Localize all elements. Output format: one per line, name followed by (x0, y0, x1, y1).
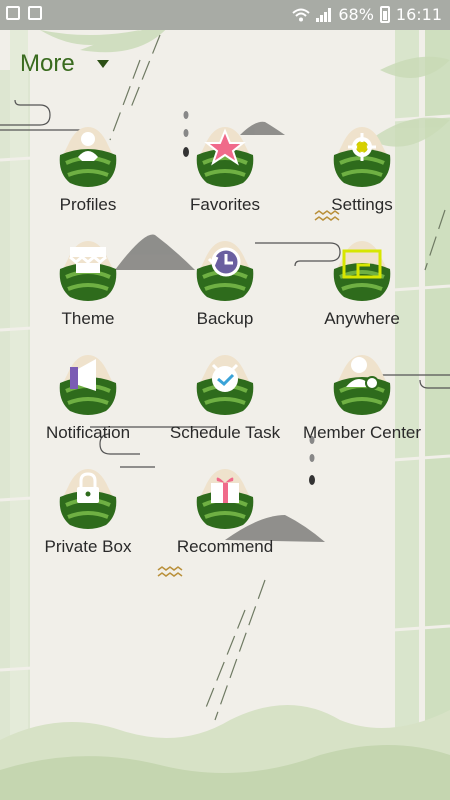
shop-icon (56, 237, 120, 303)
gallery-notification-icon (6, 6, 20, 20)
battery-icon (379, 6, 390, 23)
profiles-item[interactable]: Profiles (18, 123, 158, 233)
wifi-icon (292, 8, 310, 21)
star-icon (193, 123, 257, 189)
member-center-item[interactable]: Member Center (292, 351, 432, 461)
anywhere-label: Anywhere (324, 309, 400, 328)
member-center-label: Member Center (302, 423, 422, 442)
member-icon (330, 351, 394, 417)
more-title[interactable]: More (20, 50, 75, 78)
gift-icon (193, 465, 257, 531)
person-icon (56, 123, 120, 189)
gear-icon (330, 123, 394, 189)
favorites-item[interactable]: Favorites (155, 123, 295, 233)
backup-item[interactable]: Backup (155, 237, 295, 347)
keyboard-notification-icon (28, 6, 42, 20)
recommend-label: Recommend (176, 537, 274, 556)
settings-item[interactable]: Settings (292, 123, 432, 233)
clock: 16:11 (395, 5, 442, 24)
schedule-task-item[interactable]: Schedule Task (155, 351, 295, 461)
megaphone-icon (56, 351, 120, 417)
private-box-item[interactable]: Private Box (18, 465, 158, 575)
battery-percent: 68% (338, 5, 374, 24)
signal-icon (316, 7, 332, 22)
backup-clock-icon (193, 237, 257, 303)
recommend-item[interactable]: Recommend (155, 465, 295, 575)
notification-item[interactable]: Notification (18, 351, 158, 461)
status-bar: 68% 16:11 (0, 0, 450, 30)
dropdown-arrow-icon[interactable] (97, 60, 109, 68)
theme-item[interactable]: Theme (18, 237, 158, 347)
lock-icon (56, 465, 120, 531)
window-icon (330, 237, 394, 303)
check-icon (193, 351, 257, 417)
settings-label: Settings (331, 195, 393, 214)
anywhere-item[interactable]: Anywhere (292, 237, 432, 347)
